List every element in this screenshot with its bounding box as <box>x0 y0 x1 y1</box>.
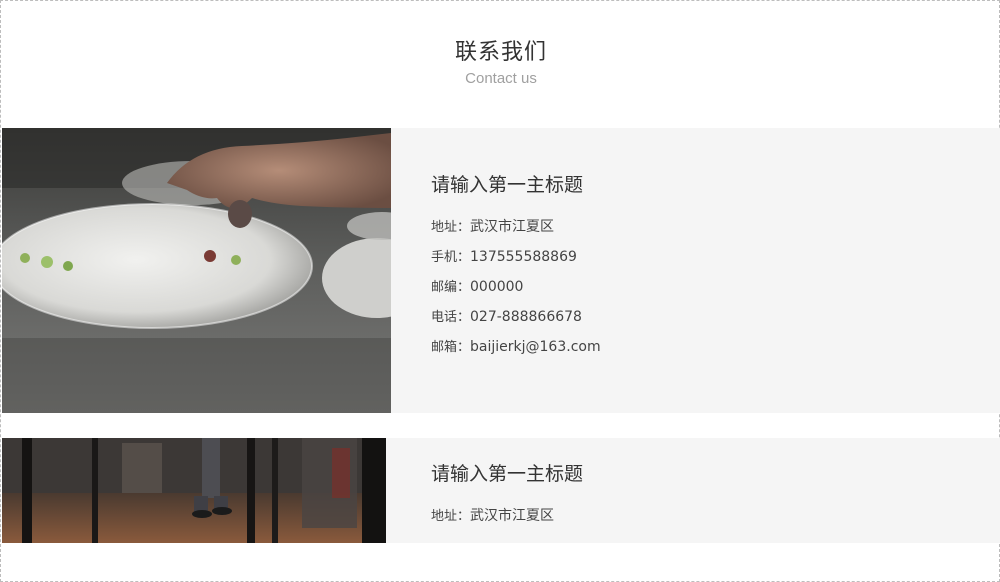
address-line: 地址：武汉市江夏区 <box>431 505 554 525</box>
contact-card: 请输入第一主标题 地址：武汉市江夏区 手机：137555588869 邮编：00… <box>2 128 1000 413</box>
mobile-label: 手机： <box>431 250 471 265</box>
email-label: 邮箱： <box>431 340 471 355</box>
card-title: 请输入第一主标题 <box>431 463 584 485</box>
phone-line: 电话：027-888866678 <box>431 306 582 325</box>
address-label: 地址： <box>431 509 471 524</box>
postcode-line: 邮编：000000 <box>431 276 523 295</box>
address-value: 武汉市江夏区 <box>470 219 555 235</box>
section-header: 联系我们 Contact us <box>1 1 1000 128</box>
page-subtitle: Contact us <box>465 70 537 87</box>
mobile-value: 137555588869 <box>470 249 577 265</box>
email-value: baijierkj@163.com <box>470 339 601 355</box>
email-line: 邮箱：baijierkj@163.com <box>431 336 601 355</box>
card-title: 请输入第一主标题 <box>431 174 584 196</box>
phone-value: 027-888866678 <box>470 309 582 325</box>
page-frame: 联系我们 Contact us 请输入第一主标题 地址：武汉市江夏区 手机：13… <box>0 0 1000 582</box>
contact-card: 请输入第一主标题 地址：武汉市江夏区 <box>2 438 1000 543</box>
phone-label: 电话： <box>431 310 471 325</box>
address-value: 武汉市江夏区 <box>470 508 555 524</box>
dining-plate-photo <box>2 128 391 413</box>
address-label: 地址： <box>431 220 471 235</box>
postcode-value: 000000 <box>470 279 524 295</box>
mobile-line: 手机：137555588869 <box>431 246 577 265</box>
hallway-photo <box>2 438 386 543</box>
address-line: 地址：武汉市江夏区 <box>431 216 554 236</box>
page-title: 联系我们 <box>454 40 547 65</box>
postcode-label: 邮编： <box>431 280 471 295</box>
